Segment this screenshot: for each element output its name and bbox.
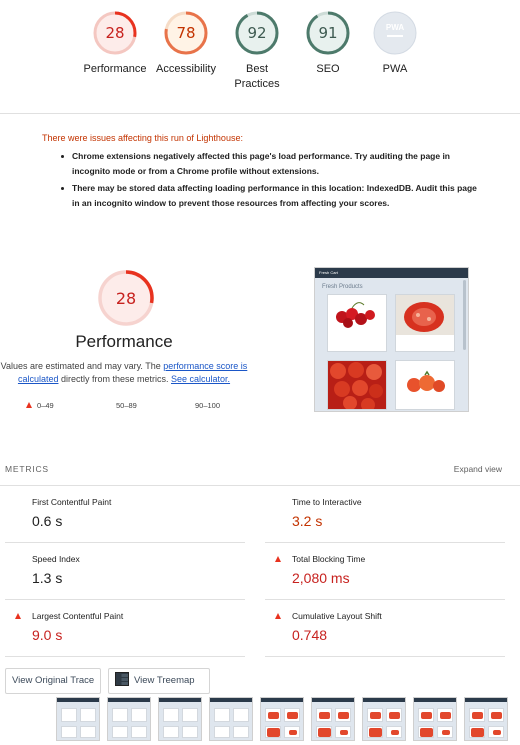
orange-tomatoes-image-icon xyxy=(396,361,454,401)
performance-desc-text-2: directly from these metrics. xyxy=(58,374,171,384)
metric-name: Total Blocking Time xyxy=(292,554,366,564)
metric-value: 0.748 xyxy=(292,627,328,643)
performance-description: Values are estimated and may vary. The p… xyxy=(0,360,248,386)
view-treemap-button[interactable]: View Treemap xyxy=(108,668,210,694)
metric-value: 3.2 s xyxy=(292,513,323,529)
metrics-header: METRICS Expand view xyxy=(0,458,520,486)
warnings-list: Chrome extensions negatively affected th… xyxy=(42,149,482,211)
metric-speed-index: Speed Index 1.3 s xyxy=(5,544,245,600)
warnings-title: There were issues affecting this run of … xyxy=(42,133,243,143)
metric-value: 2,080 ms xyxy=(292,570,350,586)
metric-name: Cumulative Layout Shift xyxy=(292,611,382,621)
gauge-accessibility-value: 78 xyxy=(176,24,195,42)
fail-triangle-icon xyxy=(275,556,281,562)
performance-gauge-ring: 28 xyxy=(98,270,154,326)
warning-item: There may be stored data affecting loadi… xyxy=(42,181,482,211)
filmstrip-frame[interactable] xyxy=(158,697,202,741)
filmstrip-frame[interactable] xyxy=(413,697,457,741)
screenshot-app-bar: Fresh Cart xyxy=(315,268,468,278)
score-gauges: 28 Performance 78 Accessibility 92 Best … xyxy=(0,0,520,114)
metric-total-blocking-time: Total Blocking Time 2,080 ms xyxy=(265,544,505,600)
filmstrip xyxy=(56,697,516,741)
see-calculator-link[interactable]: See calculator. xyxy=(171,374,230,384)
metric-name: Time to Interactive xyxy=(292,497,362,507)
screenshot-product-card xyxy=(395,360,455,410)
gauge-performance-value: 28 xyxy=(105,24,124,42)
gauge-pwa-label: PWA xyxy=(382,63,408,75)
gauge-accessibility-ring: 78 xyxy=(164,11,208,55)
filmstrip-frame[interactable] xyxy=(56,697,100,741)
cherries-image-icon xyxy=(328,295,386,335)
screenshot-product-card xyxy=(395,294,455,352)
view-original-trace-label: View Original Trace xyxy=(12,675,95,686)
expand-view-toggle[interactable]: Expand view xyxy=(454,464,502,474)
gauge-best-practices-value: 92 xyxy=(247,24,266,42)
metric-time-to-interactive: Time to Interactive 3.2 s xyxy=(265,487,505,543)
gauge-seo-ring: 91 xyxy=(306,11,350,55)
metric-name: First Contentful Paint xyxy=(32,497,112,507)
treemap-icon xyxy=(115,672,129,687)
gauge-best-practices-ring: 92 xyxy=(235,11,279,55)
performance-score-gauge: 28 xyxy=(96,268,156,328)
filmstrip-frame[interactable] xyxy=(107,697,151,741)
metrics-heading: METRICS xyxy=(5,464,49,474)
performance-title: Performance xyxy=(75,332,173,351)
filmstrip-frame[interactable] xyxy=(260,697,304,741)
tomatoes-image-icon xyxy=(328,361,386,411)
screenshot-product-card xyxy=(327,360,387,411)
metric-name: Speed Index xyxy=(32,554,80,564)
metric-cumulative-layout-shift: Cumulative Layout Shift 0.748 xyxy=(265,601,505,657)
screenshot-scrollbar xyxy=(463,280,466,350)
metric-first-contentful-paint: First Contentful Paint 0.6 s xyxy=(5,487,245,543)
performance-score-value: 28 xyxy=(116,289,136,308)
gauge-pwa-value: PWA xyxy=(386,23,404,32)
legend-fail: 0–49 xyxy=(26,401,54,410)
final-screenshot[interactable]: Fresh Cart Fresh Products xyxy=(314,267,469,412)
tomato-image-icon xyxy=(396,295,454,335)
metric-name: Largest Contentful Paint xyxy=(32,611,124,621)
legend-average: 50–89 xyxy=(116,401,137,410)
view-treemap-label: View Treemap xyxy=(134,675,195,686)
view-original-trace-button[interactable]: View Original Trace xyxy=(5,668,101,694)
gauge-performance-ring: 28 xyxy=(93,11,137,55)
warning-item: Chrome extensions negatively affected th… xyxy=(42,149,482,179)
fail-triangle-icon xyxy=(275,613,281,619)
filmstrip-frame[interactable] xyxy=(464,697,508,741)
screenshot-page-title: Fresh Products xyxy=(322,284,363,290)
fail-triangle-icon xyxy=(26,402,32,409)
gauge-pwa[interactable]: PWA PWA xyxy=(353,10,437,77)
filmstrip-frame[interactable] xyxy=(311,697,355,741)
score-legend: 0–49 50–89 90–100 xyxy=(0,401,248,413)
metric-value: 1.3 s xyxy=(32,570,63,586)
pwa-badge-icon: PWA xyxy=(373,11,417,55)
fail-triangle-icon xyxy=(15,613,21,619)
gauge-seo-value: 91 xyxy=(318,24,337,42)
metric-value: 0.6 s xyxy=(32,513,63,529)
legend-pass: 90–100 xyxy=(195,401,221,410)
run-warnings: There were issues affecting this run of … xyxy=(42,132,482,213)
metric-value: 9.0 s xyxy=(32,627,63,643)
performance-desc-text: Values are estimated and may vary. The xyxy=(0,361,164,371)
screenshot-product-card xyxy=(327,294,387,352)
filmstrip-frame[interactable] xyxy=(362,697,406,741)
metric-largest-contentful-paint: Largest Contentful Paint 9.0 s xyxy=(5,601,245,657)
filmstrip-frame[interactable] xyxy=(209,697,253,741)
